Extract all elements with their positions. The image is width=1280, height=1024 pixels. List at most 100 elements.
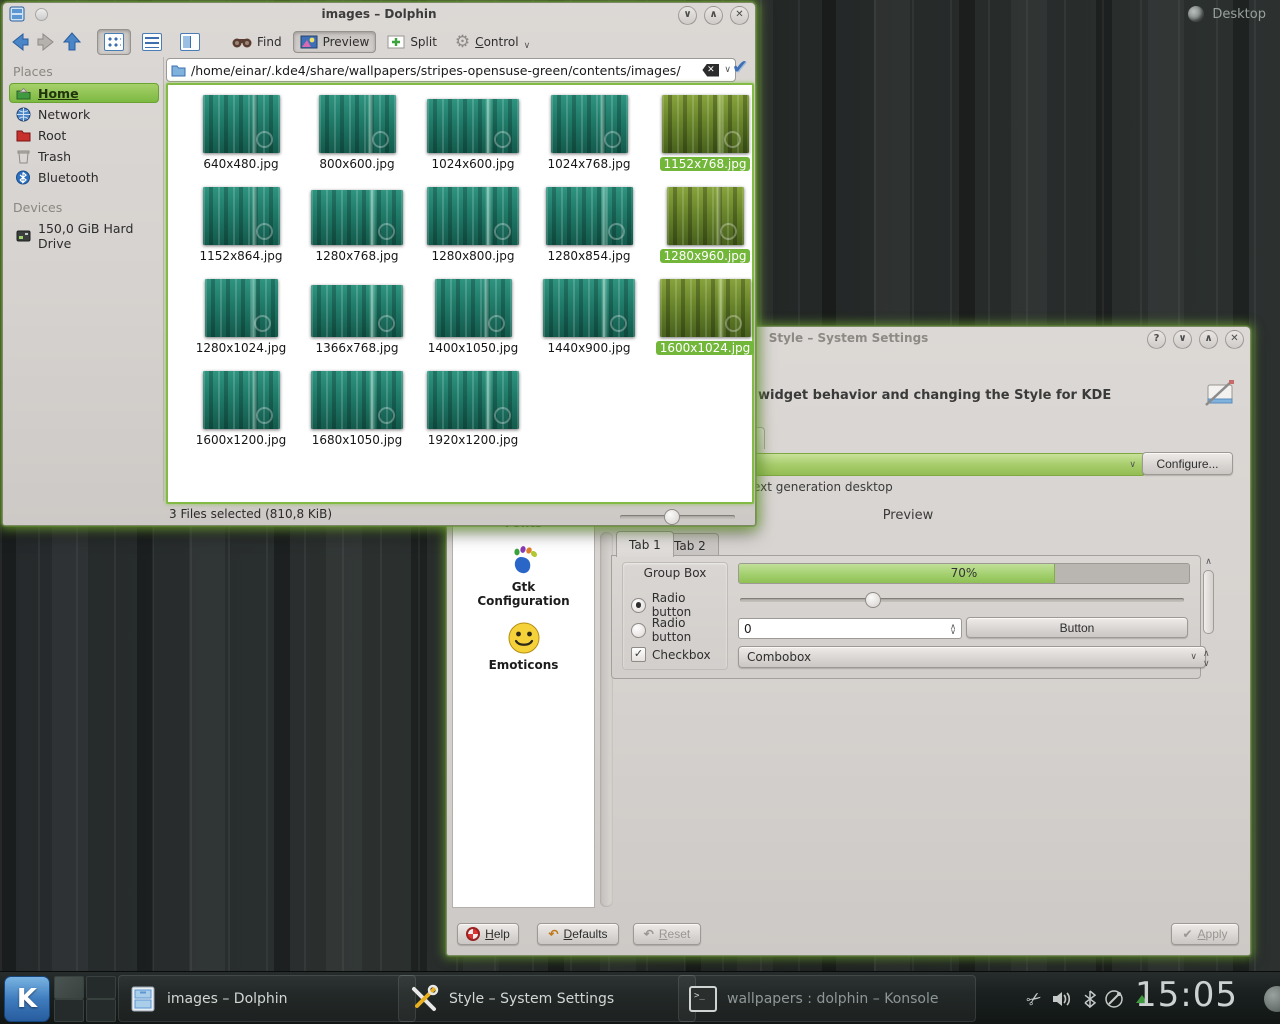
split-button[interactable]: Split — [380, 31, 444, 53]
wallpaper-thumbnail[interactable] — [427, 187, 519, 245]
maximize-button[interactable]: ∧ — [704, 6, 723, 25]
location-accept-icon[interactable]: ✔ — [732, 56, 748, 78]
wallpaper-thumbnail[interactable] — [203, 95, 280, 153]
checkbox-checked-icon[interactable]: ✓ — [631, 647, 646, 662]
scroll-up-icon[interactable]: ∧ — [1203, 649, 1210, 659]
wallpaper-thumbnail[interactable] — [311, 371, 403, 429]
file-item[interactable]: 1152x864.jpg — [184, 183, 298, 273]
wallpaper-thumbnail[interactable] — [203, 187, 280, 245]
maximize-button[interactable]: ∧ — [1199, 330, 1218, 349]
place-item-network[interactable]: Network — [9, 104, 159, 124]
up-button[interactable] — [61, 31, 83, 53]
file-item[interactable]: 1280x768.jpg — [300, 183, 414, 273]
pager-desktop-2[interactable] — [86, 976, 116, 999]
checkbox-row[interactable]: ✓ Checkbox — [631, 647, 711, 662]
radio-button-1[interactable]: Radio button — [631, 591, 727, 619]
wallpaper-thumbnail[interactable] — [203, 371, 280, 429]
minimize-button[interactable]: ∨ — [1173, 330, 1192, 349]
forward-button[interactable] — [35, 32, 57, 52]
preview-combobox[interactable]: Combobox ∨ — [738, 646, 1206, 668]
clear-location-icon[interactable]: ✕ — [702, 64, 719, 77]
wallpaper-thumbnail[interactable] — [435, 279, 512, 337]
details-view-button[interactable] — [135, 29, 169, 55]
control-button[interactable]: ⚙ Control ∨ — [448, 28, 537, 56]
spinbox-arrows-icon[interactable]: ∧∨ — [950, 624, 956, 634]
close-button[interactable]: ✕ — [730, 6, 749, 25]
wallpaper-thumbnail[interactable] — [662, 95, 749, 153]
help-button[interactable]: Help — [457, 923, 519, 945]
device-item[interactable]: 150,0 GiB Hard Drive — [9, 219, 159, 253]
wallpaper-thumbnail[interactable] — [311, 190, 403, 245]
panel-cashew-icon[interactable] — [1264, 986, 1280, 1012]
dolphin-titlebar[interactable]: images – Dolphin ∨ ∧ ✕ — [3, 3, 755, 25]
preview-spinbox[interactable]: 0 ∧∨ — [738, 618, 962, 639]
icons-view-button[interactable] — [97, 29, 131, 55]
volume-icon[interactable] — [1050, 988, 1072, 1010]
task-button-3[interactable]: >_wallpapers : dolphin – Konsole — [678, 975, 976, 1022]
file-item[interactable]: 1400x1050.jpg — [416, 275, 530, 365]
wallpaper-thumbnail[interactable] — [667, 187, 744, 245]
configure-button[interactable]: Configure... — [1142, 452, 1233, 475]
file-item[interactable]: 1280x960.jpg — [648, 183, 762, 273]
pager-desktop-4[interactable] — [86, 999, 116, 1022]
task-button-2[interactable]: Style – System Settings — [398, 975, 696, 1022]
preview-button[interactable]: Preview — [293, 31, 377, 53]
wallpaper-thumbnail[interactable] — [546, 187, 633, 245]
file-item[interactable]: 1152x768.jpg — [648, 91, 762, 181]
file-item[interactable]: 1680x1050.jpg — [300, 367, 414, 457]
slider-handle[interactable] — [865, 592, 881, 608]
task-button-1[interactable]: images – Dolphin — [118, 975, 416, 1022]
plasma-cashew-icon[interactable] — [1188, 6, 1204, 22]
klipper-scissors-icon[interactable]: ✂ — [1024, 988, 1046, 1010]
preview-scrollbar[interactable]: ∧ — [1203, 557, 1214, 637]
radio-button-2[interactable]: Radio button — [631, 616, 727, 644]
wallpaper-thumbnail[interactable] — [311, 285, 403, 337]
digital-clock[interactable]: 15:05 — [1135, 975, 1238, 1015]
radio-on-icon[interactable] — [631, 598, 646, 613]
preview-slider[interactable] — [740, 598, 1184, 602]
defaults-button[interactable]: ↶ Defaults — [537, 923, 619, 945]
desktop-toolbox[interactable]: Desktop — [1188, 6, 1266, 22]
file-item[interactable]: 1024x600.jpg — [416, 91, 530, 181]
place-item-home[interactable]: Home — [9, 83, 159, 103]
sidebar-module-gtk-configuration[interactable]: Gtk Configuration — [453, 541, 594, 609]
close-button[interactable]: ✕ — [1225, 330, 1244, 349]
file-item[interactable]: 1920x1200.jpg — [416, 367, 530, 457]
kmenu-button[interactable]: K — [4, 976, 50, 1022]
radio-off-icon[interactable] — [631, 623, 646, 638]
preview-scrollbar-bottom[interactable]: ∧ ∨ — [1203, 649, 1210, 669]
file-item[interactable]: 1280x1024.jpg — [184, 275, 298, 365]
pager-desktop-3[interactable] — [54, 999, 84, 1022]
reset-button[interactable]: ↶ Reset — [633, 923, 701, 945]
place-item-trash[interactable]: Trash — [9, 146, 159, 166]
file-item[interactable]: 1280x854.jpg — [532, 183, 646, 273]
tray-tool-icon[interactable] — [1103, 988, 1125, 1010]
zoom-slider[interactable] — [620, 515, 735, 519]
file-item[interactable]: 1600x1024.jpg — [648, 275, 762, 365]
location-bar[interactable]: /home/einar/.kde4/share/wallpapers/strip… — [166, 58, 736, 82]
sidebar-module-emoticons[interactable]: Emoticons — [453, 619, 594, 673]
place-item-bluetooth[interactable]: Bluetooth — [9, 167, 159, 187]
file-item[interactable]: 1440x900.jpg — [532, 275, 646, 365]
columns-view-button[interactable] — [173, 29, 207, 55]
wallpaper-thumbnail[interactable] — [319, 95, 396, 153]
file-item[interactable]: 1280x800.jpg — [416, 183, 530, 273]
file-item[interactable]: 1366x768.jpg — [300, 275, 414, 365]
tab-1[interactable]: Tab 1 — [616, 531, 674, 557]
wallpaper-thumbnail[interactable] — [427, 371, 519, 429]
folder-view[interactable]: 640x480.jpg800x600.jpg1024x600.jpg1024x7… — [166, 83, 754, 504]
file-item[interactable]: 1024x768.jpg — [532, 91, 646, 181]
zoom-slider-handle[interactable] — [664, 509, 680, 525]
wallpaper-thumbnail[interactable] — [205, 279, 278, 337]
preview-push-button[interactable]: Button — [966, 617, 1188, 638]
help-window-button[interactable]: ? — [1147, 330, 1166, 349]
wallpaper-thumbnail[interactable] — [551, 95, 628, 153]
bluetooth-tray-icon[interactable] — [1079, 988, 1101, 1010]
scrollbar-handle[interactable] — [1203, 570, 1214, 634]
wallpaper-thumbnail[interactable] — [660, 279, 751, 337]
location-dropdown-icon[interactable]: ∨ — [724, 65, 731, 75]
scroll-down-icon[interactable]: ∨ — [1203, 659, 1210, 669]
pager-desktop-1[interactable] — [54, 976, 84, 999]
minimize-button[interactable]: ∨ — [678, 6, 697, 25]
scroll-up-icon[interactable]: ∧ — [1205, 557, 1212, 567]
